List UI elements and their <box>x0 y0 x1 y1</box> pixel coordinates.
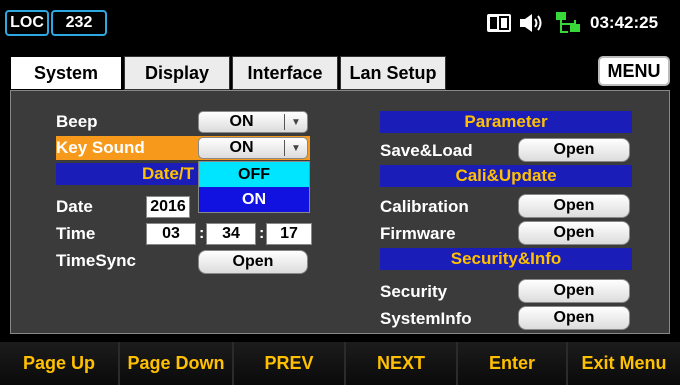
security-info-header-label: Security&Info <box>450 249 562 268</box>
security-open-label: Open <box>553 282 595 299</box>
tab-system[interactable]: System <box>10 56 122 90</box>
saveload-open-button[interactable]: Open <box>518 138 630 162</box>
tab-system-label: System <box>33 62 99 83</box>
security-info-header: Security&Info <box>380 248 632 270</box>
date-label: Date <box>56 197 93 216</box>
tab-display[interactable]: Display <box>124 56 230 90</box>
parameter-header-label: Parameter <box>464 112 548 131</box>
saveload-label: Save&Load <box>380 141 473 160</box>
beep-label: Beep <box>56 112 98 131</box>
softkey-page-up-label: Page Up <box>22 353 96 373</box>
calibration-open-label: Open <box>553 197 595 214</box>
datetime-header: Date/T <box>56 163 198 185</box>
beep-value: ON <box>229 113 254 130</box>
softkey-page-down[interactable]: Page Down <box>120 342 234 385</box>
dropdown-option-off-label: OFF <box>238 165 270 183</box>
menu-button[interactable]: MENU <box>598 56 670 86</box>
minute-field[interactable]: 34 <box>206 223 256 245</box>
softkey-page-up[interactable]: Page Up <box>0 342 120 385</box>
chevron-down-icon: ▼ <box>291 116 301 128</box>
usb-card-icon <box>486 12 512 34</box>
hour-field[interactable]: 03 <box>146 223 196 245</box>
second-value: 17 <box>280 225 298 242</box>
calibration-label: Calibration <box>380 197 469 216</box>
key-sound-label: Key Sound <box>56 138 145 157</box>
time-label: Time <box>56 224 96 243</box>
firmware-open-button[interactable]: Open <box>518 221 630 245</box>
softkey-enter-label: Enter <box>488 353 535 373</box>
softkey-prev[interactable]: PREV <box>234 342 346 385</box>
softkey-next[interactable]: NEXT <box>346 342 458 385</box>
year-value: 2016 <box>150 198 186 215</box>
firmware-open-label: Open <box>553 224 595 241</box>
timesync-open-button[interactable]: Open <box>198 250 308 274</box>
dropdown-option-on-label: ON <box>242 190 266 208</box>
key-sound-value: ON <box>229 139 254 156</box>
speaker-icon <box>518 12 546 34</box>
address-label: 232 <box>65 14 93 31</box>
systeminfo-open-button[interactable]: Open <box>518 306 630 330</box>
security-label: Security <box>380 282 448 301</box>
cali-update-header-label: Cali&Update <box>455 166 557 185</box>
chevron-down-icon: ▼ <box>291 142 301 154</box>
tab-lan-setup-label: Lan Setup <box>349 62 437 83</box>
security-open-button[interactable]: Open <box>518 279 630 303</box>
minute-value: 34 <box>222 225 240 242</box>
beep-select[interactable]: ON ▼ <box>198 111 308 133</box>
calibration-open-button[interactable]: Open <box>518 194 630 218</box>
key-sound-dropdown: OFF ON <box>198 161 310 213</box>
timesync-label: TimeSync <box>56 251 137 270</box>
key-sound-select[interactable]: ON ▼ <box>198 137 308 159</box>
hour-value: 03 <box>162 225 180 242</box>
tab-interface-label: Interface <box>247 62 323 83</box>
remote-mode-indicator: LOC <box>5 10 49 36</box>
dropdown-option-off[interactable]: OFF <box>199 162 309 187</box>
datetime-header-label: Date/T <box>142 164 194 183</box>
parameter-header: Parameter <box>380 111 632 133</box>
year-field[interactable]: 2016 <box>146 196 190 218</box>
clock-display: 03:42:25 <box>590 13 659 32</box>
menu-button-label: MENU <box>607 60 661 81</box>
cali-update-header: Cali&Update <box>380 165 632 187</box>
tab-display-label: Display <box>144 62 210 83</box>
firmware-label: Firmware <box>380 224 456 243</box>
softkey-enter[interactable]: Enter <box>458 342 568 385</box>
address-indicator: 232 <box>51 10 107 36</box>
second-field[interactable]: 17 <box>266 223 312 245</box>
saveload-open-label: Open <box>553 141 595 158</box>
remote-mode-label: LOC <box>10 14 44 31</box>
softkey-prev-label: PREV <box>264 353 314 373</box>
tab-lan-setup[interactable]: Lan Setup <box>340 56 446 90</box>
network-icon <box>554 10 582 36</box>
systeminfo-open-label: Open <box>553 309 595 326</box>
dropdown-option-on[interactable]: ON <box>199 187 309 212</box>
timesync-open-label: Open <box>232 253 274 270</box>
tab-interface[interactable]: Interface <box>232 56 338 90</box>
softkey-next-label: NEXT <box>376 353 425 373</box>
softkey-exit-menu-label: Exit Menu <box>581 353 667 373</box>
systeminfo-label: SystemInfo <box>380 309 472 328</box>
softkey-page-down-label: Page Down <box>127 353 225 373</box>
softkey-exit-menu[interactable]: Exit Menu <box>568 342 680 385</box>
